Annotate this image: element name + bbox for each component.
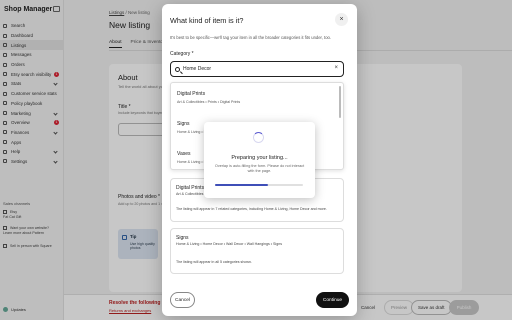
progress-dialog: Preparing your listing... Overlap is aut… (204, 122, 315, 198)
close-button[interactable]: × (335, 13, 348, 26)
cancel-button[interactable]: Cancel (170, 292, 195, 308)
search-icon (175, 66, 180, 72)
category-search-input[interactable]: Home Decor × (170, 61, 344, 77)
suggestion-name: Digital Prints (176, 185, 205, 191)
modal-title: What kind of item is it? (170, 16, 244, 25)
suggestion-path: Home & Living • Home Decor • Wall Decor … (176, 242, 283, 246)
suggestion-path: Art & Collectibles (176, 192, 204, 196)
modal-description: It's best to be specific—we'll tag your … (170, 35, 332, 40)
dropdown-scrollbar[interactable] (339, 86, 341, 118)
loading-spinner-icon (253, 132, 264, 143)
suggestion-card[interactable]: Signs Home & Living • Home Decor • Wall … (170, 228, 344, 274)
suggestion-note: The listing will appear in all 5 categor… (176, 260, 252, 264)
progress-bar-fill (215, 184, 268, 186)
close-icon: × (339, 16, 344, 23)
suggestion-name: Signs (176, 235, 189, 241)
suggestion-note: The listing will appear in 7 related cat… (176, 207, 327, 211)
progress-bar (215, 184, 303, 186)
category-search-value: Home Decor (183, 66, 212, 72)
progress-subtitle: Overlap is auto-filling the form. Please… (214, 164, 305, 173)
continue-button[interactable]: Continue (316, 292, 349, 308)
category-label: Category * (170, 51, 194, 57)
dropdown-option[interactable]: Digital Prints Art & Collectibles • Prin… (177, 91, 337, 104)
clear-search-icon[interactable]: × (334, 65, 338, 71)
progress-title: Preparing your listing... (231, 155, 288, 161)
